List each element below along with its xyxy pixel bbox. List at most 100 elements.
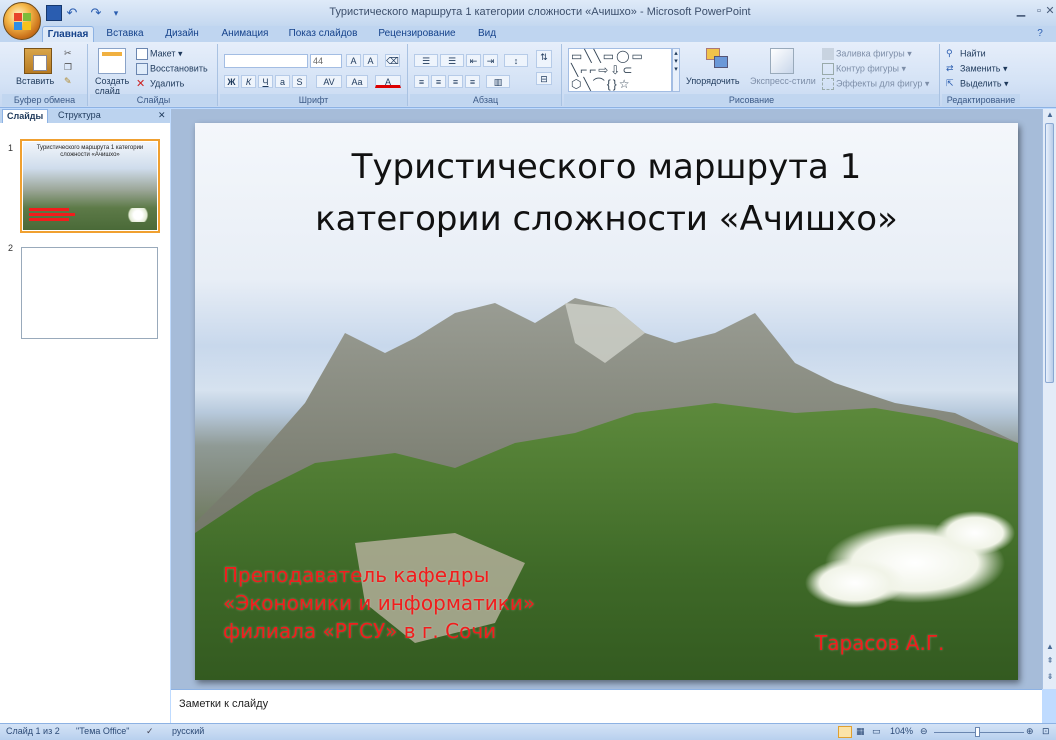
author-line-3[interactable]: филиала «РГСУ» в г. Сочи	[223, 617, 496, 645]
slide-thumbnails: 1 Туристического маршрута 1 категории сл…	[0, 123, 170, 723]
shapes-gallery[interactable]: ▭╲╲▭◯▭ ╲⌐⌐⇨⇩⊂ ⬡╲⌒{}☆	[568, 48, 672, 92]
delete-slide-button[interactable]: ✕ Удалить	[136, 78, 184, 90]
close-button[interactable]: ✕	[1044, 3, 1056, 19]
text-direction-icon[interactable]: ⇅	[536, 50, 552, 68]
strikethrough-icon[interactable]: a	[275, 75, 290, 88]
grow-font-icon[interactable]: A	[346, 54, 361, 67]
numbering-icon[interactable]: ☰	[440, 54, 464, 67]
italic-icon[interactable]: К	[241, 75, 256, 88]
close-panel-icon[interactable]: ✕	[154, 109, 170, 123]
window-title: Туристического маршрута 1 категории слож…	[329, 6, 751, 18]
new-slide-button[interactable]: Создать слайд	[95, 76, 131, 96]
drawing-group-label: Рисование	[564, 94, 939, 106]
panel-tabs: Слайды Структура ✕	[0, 109, 170, 123]
slide-thumbnail-2[interactable]	[21, 247, 158, 339]
author-name[interactable]: Тарасов А.Г.	[815, 629, 944, 657]
font-size-combo[interactable]: 44	[310, 54, 342, 68]
char-spacing-icon[interactable]: AV	[316, 75, 342, 88]
cut-icon[interactable]: ✂	[64, 48, 72, 59]
slide[interactable]: Туристического маршрута 1 категории слож…	[195, 123, 1018, 680]
align-text-icon[interactable]: ⊟	[536, 72, 552, 85]
author-line-1[interactable]: Преподаватель кафедры	[223, 561, 489, 589]
save-icon[interactable]	[46, 5, 62, 21]
shape-fill-label: Заливка фигуры	[836, 48, 905, 59]
tab-outline[interactable]: Структура	[54, 109, 105, 123]
line-spacing-icon[interactable]: ↕	[504, 54, 528, 67]
replace-button[interactable]: ⇄ Заменить ▾	[946, 63, 1007, 75]
copy-icon[interactable]: ❐	[64, 62, 72, 73]
previous-slide-icon[interactable]: ⇞	[1044, 655, 1056, 667]
replace-label: Заменить	[960, 63, 1001, 74]
notes-placeholder: Заметки к слайду	[179, 698, 269, 710]
shape-outline-button[interactable]: Контур фигуры ▾	[822, 63, 906, 75]
align-right-icon[interactable]: ≡	[448, 75, 463, 88]
tab-view[interactable]: Вид	[470, 26, 504, 42]
arrange-button[interactable]: Упорядочить	[686, 76, 740, 86]
vertical-scrollbar[interactable]: ▲ ▲ ⇞ ⇟	[1042, 109, 1056, 689]
decrease-indent-icon[interactable]: ⇤	[466, 54, 481, 67]
help-icon[interactable]: ?	[1030, 26, 1050, 42]
font-color-icon[interactable]: A	[375, 75, 401, 88]
align-center-icon[interactable]: ≡	[431, 75, 446, 88]
shadow-icon[interactable]: S	[292, 75, 307, 88]
tab-review[interactable]: Рецензирование	[370, 26, 464, 42]
shape-fill-button[interactable]: Заливка фигуры ▾	[822, 48, 912, 60]
tab-slideshow[interactable]: Показ слайдов	[284, 26, 362, 42]
slide-thumbnail-1[interactable]: Туристического маршрута 1 категории слож…	[20, 139, 160, 233]
reset-button[interactable]: Восстановить	[136, 63, 208, 75]
layout-button[interactable]: Макет ▾	[136, 48, 183, 60]
tab-slides[interactable]: Слайды	[2, 109, 49, 123]
reset-icon	[136, 63, 148, 75]
slide-sorter-icon[interactable]: ▦	[856, 726, 865, 737]
tab-design[interactable]: Дизайн	[157, 26, 207, 42]
slide-editing-area: Туристического маршрута 1 категории слож…	[171, 109, 1042, 689]
fit-to-window-icon[interactable]: ⊡	[1042, 726, 1050, 737]
bold-icon[interactable]: Ж	[224, 75, 239, 88]
author-line-2[interactable]: «Экономики и информатики»	[223, 589, 535, 617]
align-left-icon[interactable]: ≡	[414, 75, 429, 88]
tab-insert[interactable]: Вставка	[100, 26, 150, 42]
clear-formatting-icon[interactable]: ⌫	[385, 54, 400, 67]
slide-title[interactable]: Туристического маршрута 1 категории слож…	[195, 141, 1018, 245]
zoom-slider-thumb[interactable]	[975, 727, 980, 737]
paste-button[interactable]: Вставить	[16, 76, 54, 86]
underline-icon[interactable]: Ч	[258, 75, 273, 88]
thumbnail-number: 1	[8, 143, 14, 153]
find-button[interactable]: ⚲ Найти	[946, 48, 986, 60]
notes-pane[interactable]: Заметки к слайду	[171, 689, 1042, 723]
undo-icon[interactable]: ↶	[64, 5, 80, 21]
quick-styles-button[interactable]: Экспресс-стили	[750, 76, 816, 86]
select-button[interactable]: ⇱ Выделить ▾	[946, 78, 1009, 90]
zoom-out-icon[interactable]: ⊖	[920, 726, 928, 737]
normal-view-icon[interactable]	[838, 726, 852, 738]
minimize-button[interactable]: ▁	[1012, 3, 1030, 19]
select-label: Выделить	[960, 78, 1002, 89]
zoom-level[interactable]: 104%	[890, 726, 913, 736]
increase-indent-icon[interactable]: ⇥	[483, 54, 498, 67]
format-painter-icon[interactable]: ✎	[64, 76, 72, 87]
scroll-up-more-icon[interactable]: ▲	[1044, 641, 1056, 653]
tab-animation[interactable]: Анимация	[214, 26, 276, 42]
redo-icon[interactable]: ↷	[88, 5, 104, 21]
tab-home[interactable]: Главная	[42, 26, 94, 42]
shapes-gallery-scroll[interactable]: ▴ ▾ ▾	[672, 48, 680, 92]
font-name-combo[interactable]	[224, 54, 308, 68]
shape-effects-button[interactable]: Эффекты для фигур ▾	[822, 78, 929, 90]
language-indicator[interactable]: русский	[172, 726, 204, 736]
bullets-icon[interactable]: ☰	[414, 54, 438, 67]
shape-outline-label: Контур фигуры	[836, 63, 899, 74]
slideshow-view-icon[interactable]: ▭	[872, 726, 881, 737]
shrink-font-icon[interactable]: A	[363, 54, 378, 67]
customize-quick-access-icon[interactable]: ▾	[108, 5, 124, 21]
ribbon: Вставить ✂ ❐ ✎ Буфер обмена Создать слай…	[0, 42, 1056, 108]
scroll-thumb[interactable]	[1045, 123, 1054, 383]
justify-icon[interactable]: ≡	[465, 75, 480, 88]
columns-icon[interactable]: ▥	[486, 75, 510, 88]
zoom-in-icon[interactable]: ⊕	[1026, 726, 1034, 737]
change-case-icon[interactable]: Aa	[346, 75, 368, 88]
office-button[interactable]	[3, 2, 41, 40]
scroll-up-icon[interactable]: ▲	[1044, 109, 1056, 121]
next-slide-icon[interactable]: ⇟	[1044, 671, 1056, 683]
ribbon-tabs: Главная Вставка Дизайн Анимация Показ сл…	[0, 26, 1056, 42]
spellcheck-icon[interactable]: ✓	[146, 726, 154, 737]
